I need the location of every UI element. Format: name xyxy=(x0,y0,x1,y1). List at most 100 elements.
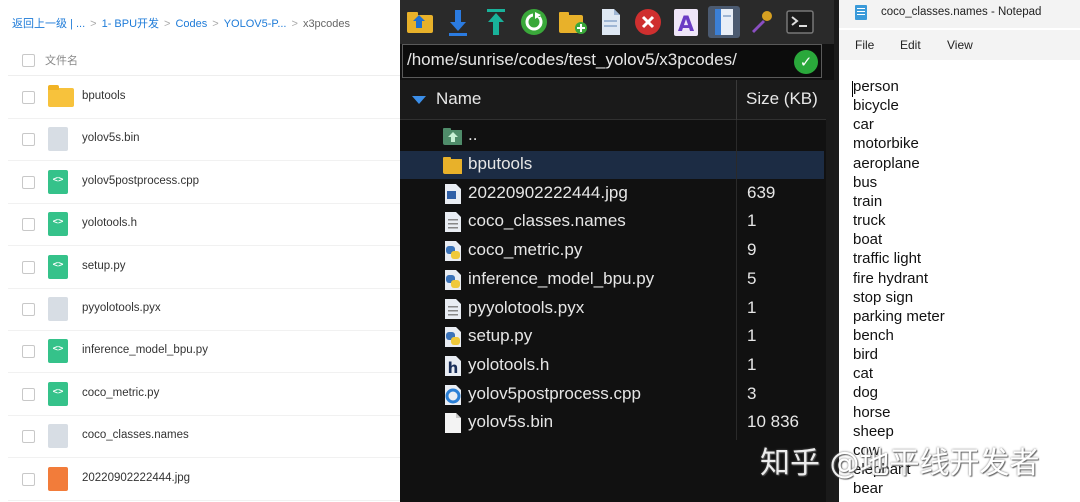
entry-name: inference_model_bpu.py xyxy=(468,268,655,288)
size-column-header[interactable]: Size (KB) xyxy=(746,89,818,109)
list-item[interactable]: 20220902222444.jpg xyxy=(8,459,400,501)
row-checkbox[interactable] xyxy=(22,303,35,316)
find-button[interactable] xyxy=(746,6,778,38)
title-bar[interactable]: coco_classes.names - Notepad xyxy=(839,0,1080,28)
delete-button[interactable] xyxy=(632,6,664,38)
python-file-icon xyxy=(445,269,461,290)
row-checkbox[interactable] xyxy=(22,387,35,401)
text-line: bicycle xyxy=(853,97,899,115)
upload-button[interactable] xyxy=(480,6,512,38)
row-checkbox[interactable] xyxy=(22,175,35,189)
list-item[interactable]: <> coco_metric.py xyxy=(8,374,400,416)
name-column-header[interactable]: Name xyxy=(436,89,481,109)
file-name[interactable]: coco_classes.names xyxy=(82,429,189,441)
table-row[interactable]: yolov5postprocess.cpp 3 xyxy=(400,381,824,409)
code-glyph: <> xyxy=(52,386,64,397)
path-input[interactable]: /home/sunrise/codes/test_yolov5/x3pcodes… xyxy=(407,50,737,70)
list-item[interactable]: <> yolotools.h xyxy=(8,204,400,247)
breadcrumb-yolov5[interactable]: YOLOV5-P... xyxy=(224,18,287,30)
file-name[interactable]: bputools xyxy=(82,90,125,102)
row-checkbox[interactable] xyxy=(22,91,35,104)
list-item[interactable]: coco_classes.names xyxy=(8,416,400,459)
row-checkbox[interactable] xyxy=(22,218,35,232)
column-divider[interactable] xyxy=(736,80,737,120)
code-glyph: <> xyxy=(52,259,64,270)
file-name[interactable]: pyyolotools.pyx xyxy=(82,302,161,314)
row-checkbox[interactable] xyxy=(22,345,35,359)
text-line: bird xyxy=(853,346,879,364)
entry-size: 639 xyxy=(747,182,776,202)
text-line: truck xyxy=(853,212,886,230)
file-name[interactable]: yolotools.h xyxy=(82,217,137,229)
table-row[interactable]: yolov5s.bin 10 836 xyxy=(400,409,824,437)
table-row[interactable]: coco_classes.names 1 xyxy=(400,208,824,236)
list-item[interactable]: pyyolotools.pyx xyxy=(8,289,400,331)
entry-name: bputools xyxy=(468,154,533,173)
folder-icon xyxy=(48,85,74,107)
entry-name: yolotools.h xyxy=(468,354,550,374)
breadcrumb-back[interactable]: 返回上一级 | ... xyxy=(12,18,85,30)
text-line: stop sign xyxy=(853,288,914,306)
breadcrumb-codes[interactable]: Codes xyxy=(175,18,207,30)
cpp-file-icon xyxy=(445,384,461,405)
up-folder-button[interactable] xyxy=(404,6,436,38)
text-line: bench xyxy=(853,326,894,344)
file-name[interactable]: setup.py xyxy=(82,260,125,272)
entry-size: 10 836 xyxy=(747,412,799,432)
new-file-button[interactable] xyxy=(594,6,626,38)
menu-view[interactable]: View xyxy=(947,38,973,52)
row-checkbox[interactable] xyxy=(22,472,35,486)
list-item[interactable]: <> yolov5postprocess.cpp xyxy=(8,162,400,204)
entry-size: 3 xyxy=(747,383,757,403)
generic-file-icon xyxy=(48,127,68,152)
text-line: cat xyxy=(853,365,874,383)
select-all-checkbox[interactable] xyxy=(22,54,35,67)
file-name[interactable]: coco_metric.py xyxy=(82,387,159,399)
row-checkbox[interactable] xyxy=(22,133,35,147)
menu-edit[interactable]: Edit xyxy=(900,38,921,52)
row-checkbox[interactable] xyxy=(22,260,35,274)
terminal-button[interactable] xyxy=(784,6,816,38)
file-name[interactable]: 20220902222444.jpg xyxy=(82,472,190,484)
table-row[interactable]: setup.py 1 xyxy=(400,323,824,351)
entry-size: 1 xyxy=(747,354,757,374)
code-glyph: <> xyxy=(52,217,64,228)
file-name[interactable]: yolov5postprocess.cpp xyxy=(82,175,199,187)
list-item[interactable]: bputools xyxy=(8,77,400,119)
refresh-icon xyxy=(521,9,547,35)
preview-button[interactable] xyxy=(708,6,740,38)
menu-file[interactable]: File xyxy=(855,38,874,52)
text-line: traffic light xyxy=(853,250,922,268)
text-line: person xyxy=(853,78,899,95)
table-row[interactable]: pyyolotools.pyx 1 xyxy=(400,295,824,323)
parent-directory-label: .. xyxy=(468,125,478,144)
up-folder-icon xyxy=(407,12,433,33)
binary-file-icon xyxy=(445,413,461,434)
table-row[interactable]: coco_metric.py 9 xyxy=(400,237,824,265)
table-row[interactable]: 20220902222444.jpg 639 xyxy=(400,180,824,208)
file-list-header: 文件名 xyxy=(8,44,400,76)
file-name[interactable]: yolov5s.bin xyxy=(82,132,140,144)
breadcrumb-bpu[interactable]: 1- BPU开发 xyxy=(102,18,159,30)
parent-directory-row[interactable]: .. xyxy=(400,122,824,150)
filename-column-header[interactable]: 文件名 xyxy=(45,52,78,68)
text-line: fire hydrant xyxy=(853,269,929,287)
table-row[interactable]: h yolotools.h 1 xyxy=(400,352,824,380)
text-line: motorbike xyxy=(853,135,919,153)
list-item[interactable]: <> inference_model_bpu.py xyxy=(8,331,400,374)
refresh-button[interactable] xyxy=(518,6,550,38)
new-folder-button[interactable] xyxy=(556,6,588,38)
sort-triangle-icon[interactable] xyxy=(412,96,426,104)
folder-icon xyxy=(443,157,462,174)
download-button[interactable] xyxy=(442,6,474,38)
text-line: parking meter xyxy=(853,307,945,325)
file-name[interactable]: inference_model_bpu.py xyxy=(82,344,208,356)
go-path-icon[interactable]: ✓ xyxy=(794,50,818,74)
list-item[interactable]: <> setup.py xyxy=(8,247,400,289)
row-checkbox[interactable] xyxy=(22,430,35,444)
table-row[interactable]: inference_model_bpu.py 5 xyxy=(400,266,824,294)
cloud-drive-panel: 返回上一级 | ... >1- BPU开发 > Codes > YOLOV5-P... > x… xyxy=(0,0,400,502)
list-item[interactable]: yolov5s.bin xyxy=(8,119,400,162)
rename-button[interactable]: A xyxy=(670,6,702,38)
table-row[interactable]: bputools xyxy=(400,151,824,179)
